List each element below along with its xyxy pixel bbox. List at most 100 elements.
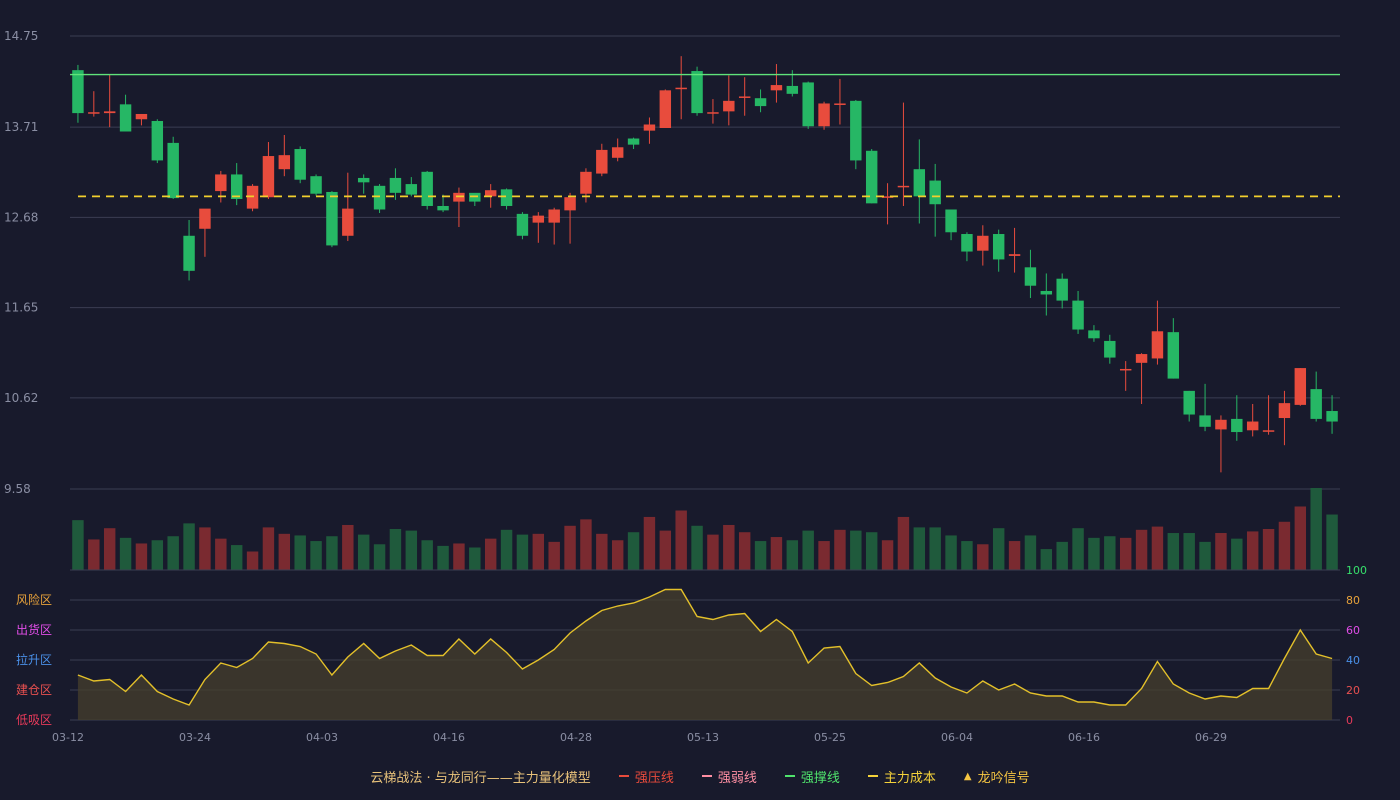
legend-swatch xyxy=(867,775,878,777)
candle-body xyxy=(151,120,164,161)
volume-bar xyxy=(199,527,211,570)
candle xyxy=(421,170,433,210)
candle-body xyxy=(389,177,402,193)
legend-item-support[interactable]: 强撑线 xyxy=(784,767,840,786)
volume-bar xyxy=(691,525,703,570)
volume-bar xyxy=(596,533,608,570)
x-tick-label: 05-13 xyxy=(687,731,719,744)
candle-body xyxy=(1294,368,1307,405)
candle-body xyxy=(1326,411,1338,422)
candle-body xyxy=(1135,354,1148,363)
candle-body xyxy=(484,190,497,197)
zone-label: 建仓区 xyxy=(16,683,52,697)
legend-item-strength[interactable]: 强弱线 xyxy=(701,767,757,786)
candle-body xyxy=(1215,419,1227,430)
candle-body xyxy=(1008,254,1021,256)
volume-bar xyxy=(326,536,338,570)
candle-body xyxy=(1104,340,1116,358)
candle-body xyxy=(992,234,1005,260)
volume-bar xyxy=(1024,535,1037,570)
candle-body xyxy=(1199,415,1211,427)
price-tick-label: 10.62 xyxy=(4,391,38,405)
volume-bar xyxy=(1104,536,1116,570)
candle-body xyxy=(723,100,735,112)
candle-body xyxy=(754,98,767,107)
legend-title: 云梯战法 · 与龙同行——主力量化模型 xyxy=(370,770,591,786)
oscillator-tick-label: 80 xyxy=(1346,594,1360,607)
volume-bar xyxy=(1278,521,1291,570)
legend-item-signal[interactable]: ▲ 龙吟信号 xyxy=(964,767,1030,786)
volume-bar xyxy=(977,544,989,570)
candle-body xyxy=(215,174,227,192)
volume-bar xyxy=(294,535,306,570)
legend-swatch xyxy=(618,775,629,777)
legend-label: 强弱线 xyxy=(717,770,757,786)
volume-bar xyxy=(1135,529,1148,570)
volume-bar xyxy=(1262,529,1275,570)
volume-bar xyxy=(580,519,592,570)
legend-item-resistance[interactable]: 强压线 xyxy=(618,767,674,786)
volume-bar xyxy=(865,532,878,570)
legend-swatch xyxy=(784,775,795,777)
candle-body xyxy=(786,85,799,94)
zone-label: 出货区 xyxy=(16,622,52,637)
price-tick-label: 14.75 xyxy=(4,29,38,43)
volume-bar xyxy=(961,541,973,570)
volume-bar xyxy=(945,535,957,570)
price-tick-label: 13.71 xyxy=(4,120,38,134)
candle-body xyxy=(738,96,751,98)
candle-body xyxy=(1088,330,1100,339)
volume-bar xyxy=(707,534,719,570)
volume-bar xyxy=(421,540,433,570)
volume-bar xyxy=(786,540,799,570)
candle-body xyxy=(183,235,195,271)
volume-bar xyxy=(119,537,132,570)
candle xyxy=(246,184,259,212)
candle-body xyxy=(913,169,926,197)
volume-bar xyxy=(1151,526,1164,570)
candle xyxy=(151,119,164,164)
volume-bar xyxy=(1088,537,1100,570)
candle-body xyxy=(1183,390,1195,415)
volume-bar xyxy=(373,544,386,570)
candle-body xyxy=(707,112,719,114)
volume-bar xyxy=(183,523,195,570)
zone-label: 风险区 xyxy=(16,592,52,607)
volume-bar xyxy=(1056,541,1068,570)
price-tick-label: 11.65 xyxy=(4,301,38,315)
volume-bar xyxy=(151,540,164,570)
volume-bar xyxy=(1326,514,1338,570)
volume-bar xyxy=(230,545,243,570)
legend-item-main-cost[interactable]: 主力成本 xyxy=(867,767,936,786)
candle-body xyxy=(929,180,941,205)
stock-chart: 14.75 13.71 12.68 11.65 10.62 9.58 100 80 60 40 2… xyxy=(0,0,1400,760)
candle-body xyxy=(1056,278,1068,301)
volume-bar xyxy=(500,529,513,570)
candle-body xyxy=(643,124,656,131)
candle-body xyxy=(1262,430,1275,432)
volume-bar xyxy=(1231,538,1243,570)
x-tick-label: 03-24 xyxy=(179,731,211,744)
volume-bar xyxy=(913,527,926,570)
volume-bar xyxy=(881,540,894,570)
volume-bar xyxy=(167,536,179,570)
candle-body xyxy=(72,70,84,114)
candle-body xyxy=(850,100,862,161)
candle-body xyxy=(310,176,322,194)
volume-bar xyxy=(1119,537,1132,570)
volume-bar xyxy=(469,547,481,570)
triangle-up-icon: ▲ xyxy=(963,770,972,782)
volume-bar xyxy=(389,529,402,570)
candle-body xyxy=(294,149,306,180)
candle-body xyxy=(1072,300,1084,330)
candle-body xyxy=(103,111,116,114)
candle-body xyxy=(199,208,211,229)
volume-bar xyxy=(850,530,862,570)
legend-swatch xyxy=(701,775,712,777)
candle-body xyxy=(437,205,449,211)
candle-body xyxy=(834,103,846,105)
volume-bar xyxy=(802,530,814,570)
candle xyxy=(659,89,672,129)
legend: 云梯战法 · 与龙同行——主力量化模型 强压线 强弱线 强撑线 主力成本 ▲ 龙… xyxy=(0,762,1400,790)
x-tick-label: 06-16 xyxy=(1068,731,1100,744)
